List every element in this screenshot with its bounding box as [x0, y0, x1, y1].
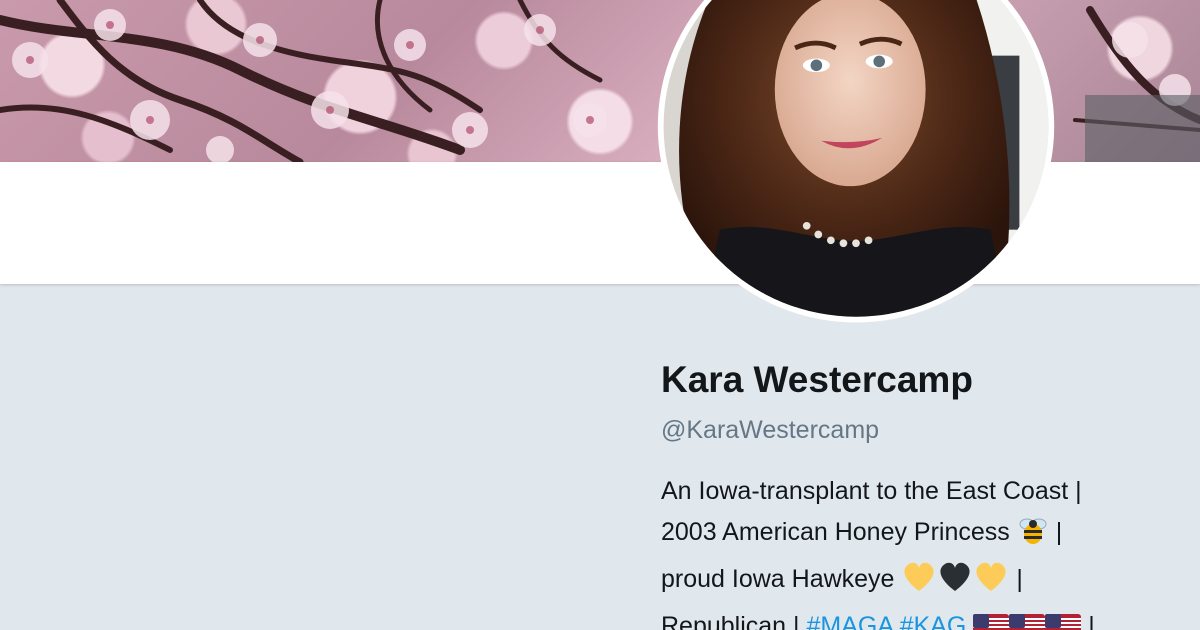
profile-display-name[interactable]: Kara Westercamp — [661, 352, 1181, 408]
bio-line-2: 2003 American Honey Princess | — [661, 512, 1181, 559]
yellow-heart-icon — [973, 561, 1009, 606]
avatar-photo — [657, 0, 1055, 323]
profile-bio: An Iowa-transplant to the East Coast | 2… — [661, 471, 1181, 630]
bio-republican-text: Republican | — [661, 612, 800, 630]
yellow-heart-icon — [901, 561, 937, 606]
bio-separator: | — [1088, 612, 1095, 630]
bio-line-3: proud Iowa Hawkeye | — [661, 559, 1181, 606]
us-flag-icon — [1009, 612, 1046, 630]
profile-handle[interactable]: @KaraWestercamp — [661, 410, 1181, 450]
bio-line-4: Republican | #MAGA #KAG | — [661, 606, 1181, 630]
us-flag-icon — [1045, 612, 1082, 630]
bio-line-1: An Iowa-transplant to the East Coast | — [661, 477, 1082, 505]
bee-icon — [1017, 516, 1049, 559]
hashtag-link-maga[interactable]: #MAGA — [806, 612, 892, 630]
profile-card: Kara Westercamp @KaraWestercamp An Iowa-… — [661, 352, 1181, 630]
bio-separator: | — [1055, 518, 1063, 546]
bio-hawkeye-text: proud Iowa Hawkeye — [661, 565, 895, 593]
profile-avatar[interactable] — [652, 0, 1074, 334]
bio-honey-princess-text: 2003 American Honey Princess — [661, 518, 1010, 546]
bio-separator: | — [1016, 565, 1023, 593]
black-heart-icon — [937, 561, 973, 606]
profile-page: Kara Westercamp @KaraWestercamp An Iowa-… — [0, 0, 1200, 630]
us-flag-icon — [973, 612, 1010, 630]
hashtag-link-kag[interactable]: #KAG — [900, 612, 967, 630]
